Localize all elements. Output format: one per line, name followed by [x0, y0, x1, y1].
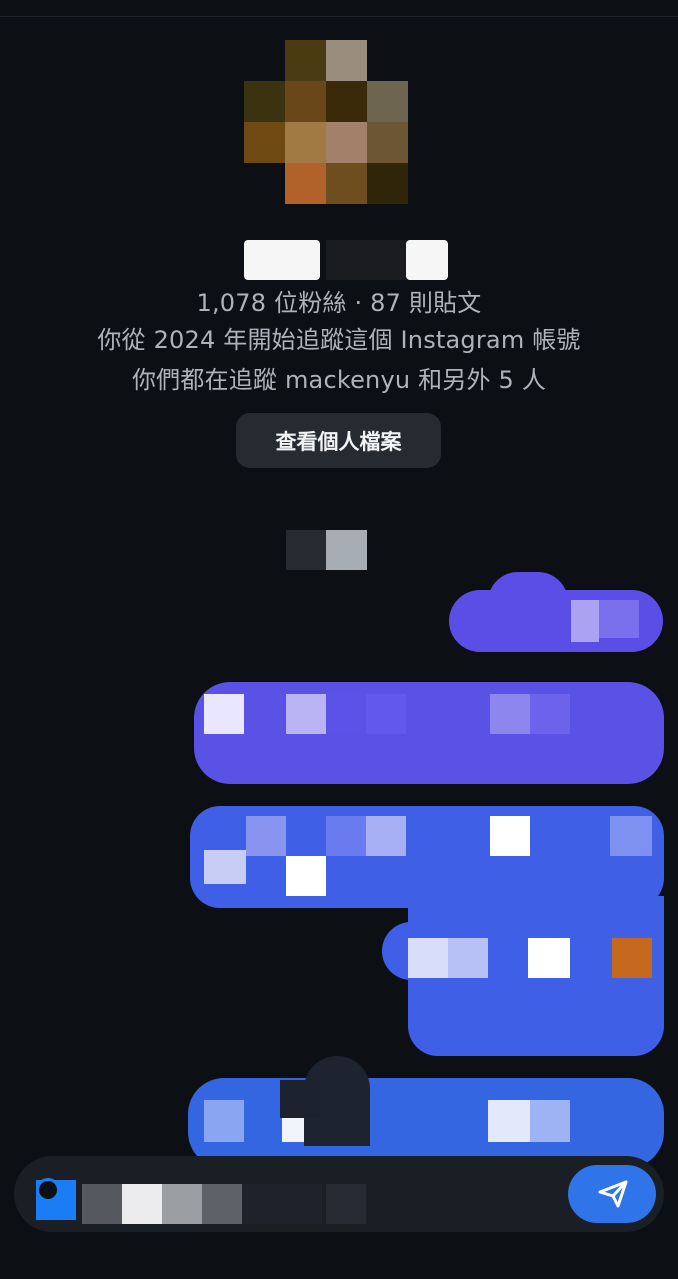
redacted-input-text: [122, 1184, 162, 1224]
redacted-input-text: [82, 1184, 122, 1224]
redacted-content: [530, 694, 570, 734]
message-bubble[interactable]: [194, 682, 664, 784]
redacted-content: [490, 816, 530, 856]
redacted-username: [326, 240, 406, 280]
redacted-content: [246, 816, 286, 856]
redacted-input-text: [326, 1184, 366, 1224]
redacted-content: [366, 694, 406, 734]
avatar-pixel: [367, 81, 408, 122]
avatar-pixel: [244, 81, 285, 122]
mutual-follow-text: 你們都在追蹤 mackenyu 和另外 5 人: [131, 366, 547, 394]
avatar-pixel: [285, 163, 326, 204]
redacted-content: [326, 816, 366, 856]
redacted-content: [204, 850, 246, 884]
avatar-pixel: [326, 163, 367, 204]
avatar-pixel: [326, 40, 367, 81]
message-input[interactable]: [374, 1174, 558, 1216]
redacted-content: [448, 938, 488, 978]
avatar-pixel: [326, 122, 367, 163]
view-profile-button[interactable]: 查看個人檔案: [236, 413, 441, 468]
avatar-pixel: [367, 122, 408, 163]
profile-stats: 1,078 位粉絲 · 87 則貼文: [196, 289, 482, 317]
redacted-content: [326, 694, 366, 734]
redacted-content: [610, 816, 652, 856]
redacted-content: [286, 694, 326, 734]
redacted-content: [408, 938, 448, 978]
avatar-pixel: [285, 40, 326, 81]
redacted-content: [490, 694, 530, 734]
send-button[interactable]: [568, 1165, 656, 1223]
redacted-username: [406, 240, 448, 280]
message-bubble[interactable]: [188, 1078, 664, 1168]
redacted-username: [244, 240, 320, 280]
redacted-content: [280, 1080, 320, 1118]
redacted-input-text: [202, 1184, 242, 1224]
redacted-content: [571, 600, 599, 642]
message-composer[interactable]: [14, 1156, 664, 1232]
redacted-input-text: [242, 1184, 322, 1224]
paper-plane-icon: [598, 1180, 628, 1208]
redacted-timestamp: [326, 530, 367, 570]
message-bubble-tail: [488, 572, 568, 602]
following-since-text: 你從 2024 年開始追蹤這個 Instagram 帳號: [97, 326, 581, 354]
message-bubble[interactable]: [382, 922, 664, 980]
avatar-pixel: [244, 122, 285, 163]
top-divider: [0, 16, 678, 17]
redacted-content: [204, 1100, 244, 1142]
avatar-pixel: [326, 81, 367, 122]
avatar-pixel: [285, 81, 326, 122]
avatar-pixel: [285, 122, 326, 163]
redacted-timestamp: [286, 530, 326, 570]
redacted-input-text: [162, 1184, 202, 1224]
redacted-content: [599, 600, 639, 638]
redacted-content: [488, 1100, 530, 1142]
redacted-content: [286, 856, 326, 896]
avatar[interactable]: [244, 40, 408, 204]
avatar-pixel: [367, 163, 408, 204]
redacted-content: [528, 938, 570, 978]
redacted-content: [530, 1100, 570, 1142]
redacted-content: [612, 938, 652, 978]
redacted-content: [366, 816, 406, 856]
camera-icon: [36, 1178, 60, 1202]
message-bubble[interactable]: [190, 806, 664, 908]
redacted-content: [204, 694, 244, 734]
